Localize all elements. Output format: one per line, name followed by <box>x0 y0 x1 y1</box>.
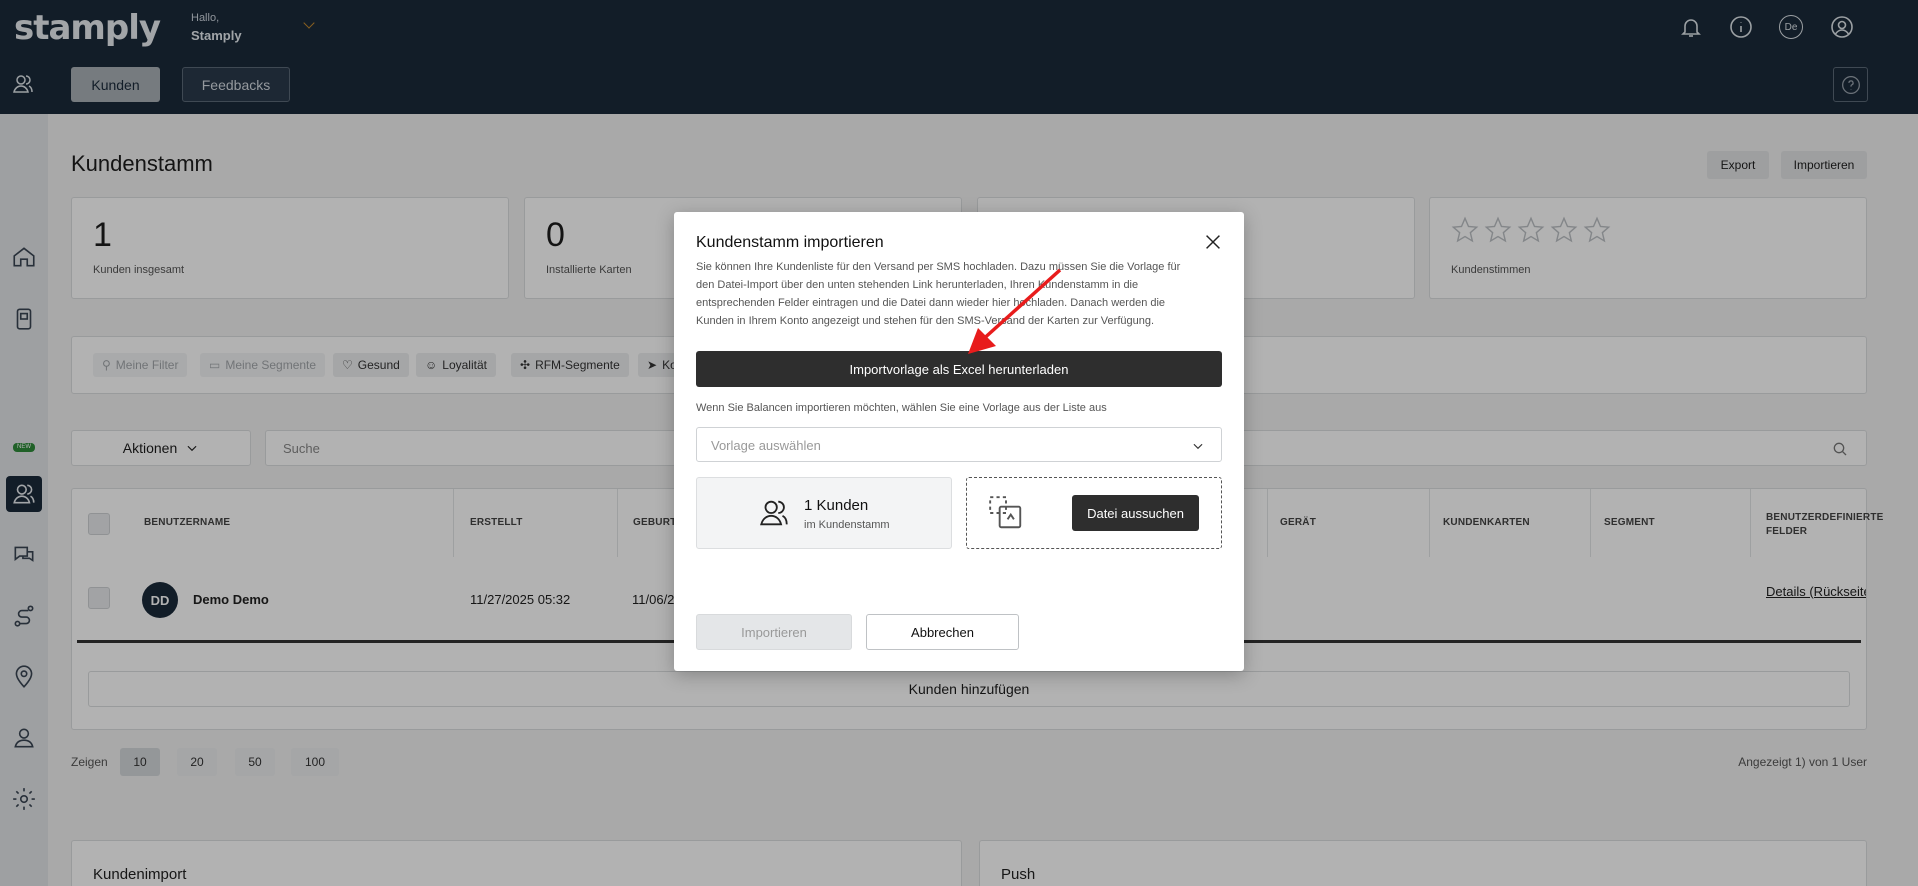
import-modal: Kundenstamm importieren Sie können Ihre … <box>674 212 1244 671</box>
modal-description: Sie können Ihre Kundenliste für den Vers… <box>696 261 1181 327</box>
annotation-arrow <box>968 268 1062 354</box>
file-drop-zone[interactable]: Datei aussuchen <box>966 477 1222 549</box>
customer-count-subtitle: im Kundenstamm <box>804 519 890 531</box>
customers-icon <box>760 500 788 526</box>
customer-count: 1 Kunden <box>804 497 869 514</box>
customer-count-box: 1 Kunden im Kundenstamm <box>696 477 952 549</box>
chevron-down-icon <box>1193 443 1203 450</box>
modal-title: Kundenstamm importieren <box>696 234 884 251</box>
cancel-button[interactable]: Abbrechen <box>866 614 1019 650</box>
download-template-button[interactable]: Importvorlage als Excel herunterladen <box>696 351 1222 387</box>
balances-label: Wenn Sie Balancen importieren möchten, w… <box>696 402 1107 414</box>
drag-file-icon <box>989 496 1022 529</box>
import-submit-button[interactable]: Importieren <box>696 614 852 650</box>
close-icon[interactable] <box>1202 231 1224 253</box>
choose-file-button[interactable]: Datei aussuchen <box>1072 495 1199 531</box>
select-placeholder: Vorlage auswählen <box>711 438 821 453</box>
template-select[interactable]: Vorlage auswählen <box>696 427 1222 462</box>
